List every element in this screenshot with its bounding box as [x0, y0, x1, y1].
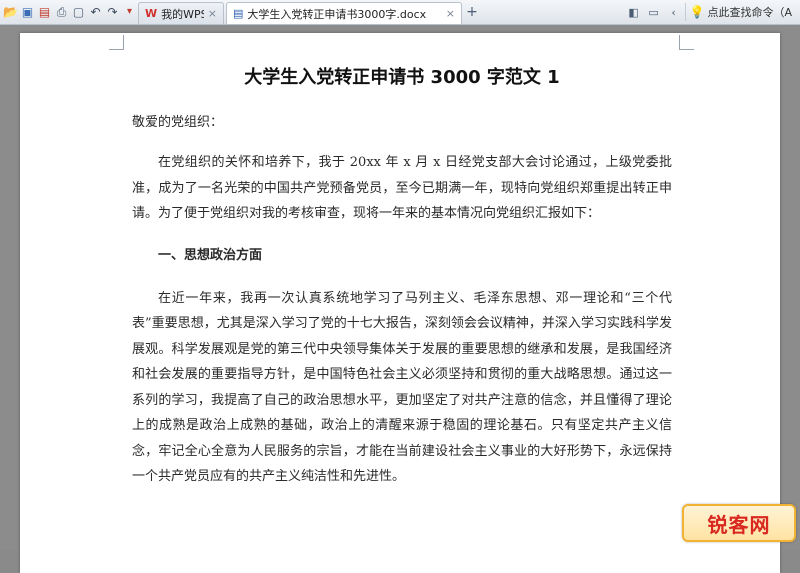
print-icon[interactable]: ⎙ — [53, 2, 70, 22]
chevron-left-icon[interactable]: ‹ — [665, 2, 683, 22]
document-icon: ▤ — [233, 7, 244, 20]
new-tab-button[interactable]: + — [462, 1, 482, 23]
tab-document[interactable]: ▤ 大学生入党转正申请书3000字.docx × — [226, 2, 462, 24]
command-search-label: 点此查找命令（A — [707, 6, 792, 19]
title-tab-bar: 📂 ▣ ▤ ⎙ ▢ ↶ ↷ ▾ W 我的WPS × ▤ 大学生入党转正申请书30… — [0, 0, 800, 25]
command-search[interactable]: 💡 点此查找命令（A — [684, 3, 796, 21]
export-pdf-icon[interactable]: ▤ — [36, 2, 53, 22]
window-icon[interactable]: ▭ — [645, 2, 663, 22]
tab-label: 我的WPS — [161, 7, 204, 21]
paragraph-politics: 在近一年来，我再一次认真系统地学习了马列主义、毛泽东思想、邓一理论和“三个代表”… — [132, 290, 672, 485]
crop-mark-top-left — [109, 35, 124, 50]
document-title: 大学生入党转正申请书 3000 字范文 1 — [244, 67, 560, 88]
undo-icon[interactable]: ↶ — [87, 2, 104, 22]
redo-icon[interactable]: ↷ — [104, 2, 121, 22]
close-icon[interactable]: × — [208, 7, 217, 20]
quick-access-toolbar: 📂 ▣ ▤ ⎙ ▢ ↶ ↷ ▾ — [0, 0, 138, 24]
more-icon[interactable]: ▾ — [121, 2, 138, 22]
document-content[interactable]: 大学生入党转正申请书 3000 字范文 1 敬爱的党组织： 在党组织的关怀和培养… — [132, 63, 672, 490]
open-icon[interactable]: 📂 — [2, 2, 19, 22]
close-icon[interactable]: × — [446, 7, 455, 20]
lightbulb-icon: 💡 — [689, 5, 705, 19]
wps-logo-icon: W — [145, 7, 158, 20]
save-icon[interactable]: ▣ — [19, 2, 36, 22]
site-watermark-logo: 锐客网 — [682, 504, 796, 542]
tab-my-wps[interactable]: W 我的WPS × — [138, 2, 224, 24]
section-heading: 一、思想政治方面 — [158, 247, 263, 263]
right-toolbar: ◧ ▭ ‹ 💡 点此查找命令（A — [625, 0, 800, 24]
paragraph-intro: 在党组织的关怀和培养下，我于 20xx 年 x 月 x 日经党支部大会讨论通过，… — [132, 155, 672, 221]
document-page[interactable]: 大学生入党转正申请书 3000 字范文 1 敬爱的党组织： 在党组织的关怀和培养… — [20, 33, 780, 573]
crop-mark-top-right — [679, 35, 694, 50]
tab-label: 大学生入党转正申请书3000字.docx — [247, 7, 427, 21]
skin-icon[interactable]: ◧ — [625, 2, 643, 22]
greeting: 敬爱的党组织： — [132, 115, 224, 130]
print-preview-icon[interactable]: ▢ — [70, 2, 87, 22]
watermark-text: 锐客网 — [707, 512, 771, 537]
document-workspace[interactable]: 大学生入党转正申请书 3000 字范文 1 敬爱的党组织： 在党组织的关怀和培养… — [0, 25, 800, 573]
